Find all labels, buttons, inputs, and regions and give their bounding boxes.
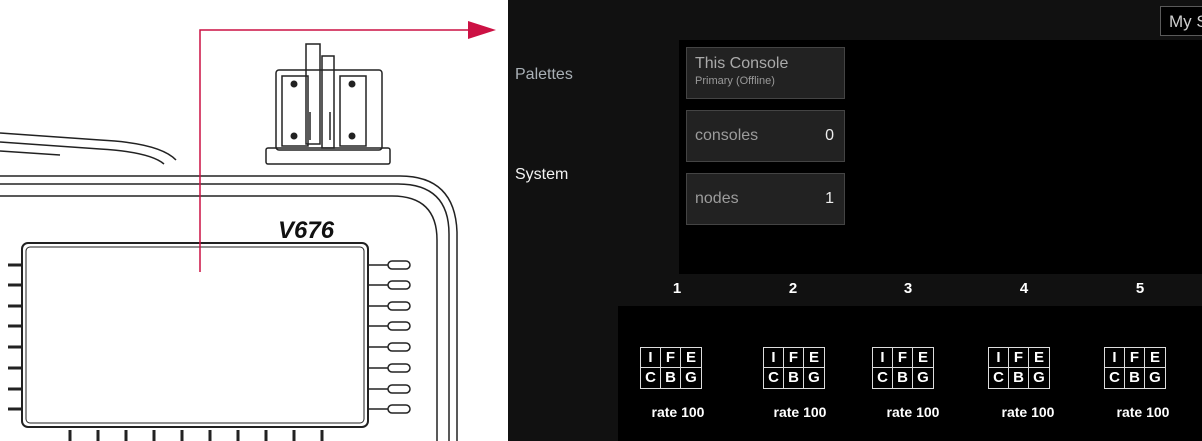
column-number: 1 [672, 280, 682, 297]
key-b[interactable]: B [893, 368, 913, 388]
rate-label: rate 100 [1001, 404, 1055, 420]
system-panel: This Console Primary (Offline) consoles … [679, 40, 1202, 274]
console-illustration: V676 [0, 21, 496, 441]
key-e[interactable]: E [804, 348, 824, 368]
key-i[interactable]: I [989, 348, 1009, 368]
console-status: Primary (Offline) [695, 75, 775, 87]
column-number: 4 [1019, 280, 1029, 297]
callout-arrow-icon [468, 21, 496, 39]
key-g[interactable]: G [913, 368, 933, 388]
consoles-tile[interactable]: consoles 0 [686, 110, 845, 162]
key-f[interactable]: F [661, 348, 681, 368]
key-g[interactable]: G [1029, 368, 1049, 388]
key-c[interactable]: C [989, 368, 1009, 388]
key-g[interactable]: G [681, 368, 701, 388]
key-e[interactable]: E [1029, 348, 1049, 368]
key-b[interactable]: B [784, 368, 804, 388]
model-label: V676 [278, 217, 335, 244]
sidebar-item-palettes[interactable]: Palettes [515, 66, 573, 84]
key-e[interactable]: E [1145, 348, 1165, 368]
key-c[interactable]: C [873, 368, 893, 388]
key-f[interactable]: F [784, 348, 804, 368]
ife-key-grid[interactable]: I F E C B G [872, 347, 934, 389]
consoles-label: consoles [695, 127, 759, 144]
key-g[interactable]: G [804, 368, 824, 388]
column-number: 3 [903, 280, 913, 297]
key-g[interactable]: G [1145, 368, 1165, 388]
key-i[interactable]: I [641, 348, 661, 368]
rate-label: rate 100 [651, 404, 705, 420]
key-b[interactable]: B [661, 368, 681, 388]
key-f[interactable]: F [1009, 348, 1029, 368]
key-c[interactable]: C [1105, 368, 1125, 388]
key-f[interactable]: F [1125, 348, 1145, 368]
consoles-count: 0 [825, 127, 834, 144]
console-screen: My S Palettes System This Console Primar… [508, 0, 1202, 441]
rate-label: rate 100 [773, 404, 827, 420]
key-i[interactable]: I [873, 348, 893, 368]
this-console-tile[interactable]: This Console Primary (Offline) [686, 47, 845, 99]
key-e[interactable]: E [681, 348, 701, 368]
sidebar-item-system[interactable]: System [515, 166, 568, 184]
nodes-label: nodes [695, 190, 739, 207]
ife-key-grid[interactable]: I F E C B G [988, 347, 1050, 389]
column-number: 2 [788, 280, 798, 297]
rate-label: rate 100 [1116, 404, 1170, 420]
key-f[interactable]: F [893, 348, 913, 368]
key-i[interactable]: I [1105, 348, 1125, 368]
nodes-count: 1 [825, 190, 834, 207]
user-menu-button[interactable]: My S [1160, 6, 1202, 36]
key-e[interactable]: E [913, 348, 933, 368]
ife-key-grid[interactable]: I F E C B G [640, 347, 702, 389]
key-b[interactable]: B [1009, 368, 1029, 388]
column-number: 5 [1135, 280, 1145, 297]
ife-key-grid[interactable]: I F E C B G [763, 347, 825, 389]
console-title: This Console [695, 55, 789, 72]
ife-key-grid[interactable]: I F E C B G [1104, 347, 1166, 389]
nodes-tile[interactable]: nodes 1 [686, 173, 845, 225]
key-c[interactable]: C [641, 368, 661, 388]
key-b[interactable]: B [1125, 368, 1145, 388]
key-c[interactable]: C [764, 368, 784, 388]
key-i[interactable]: I [764, 348, 784, 368]
rate-label: rate 100 [886, 404, 940, 420]
